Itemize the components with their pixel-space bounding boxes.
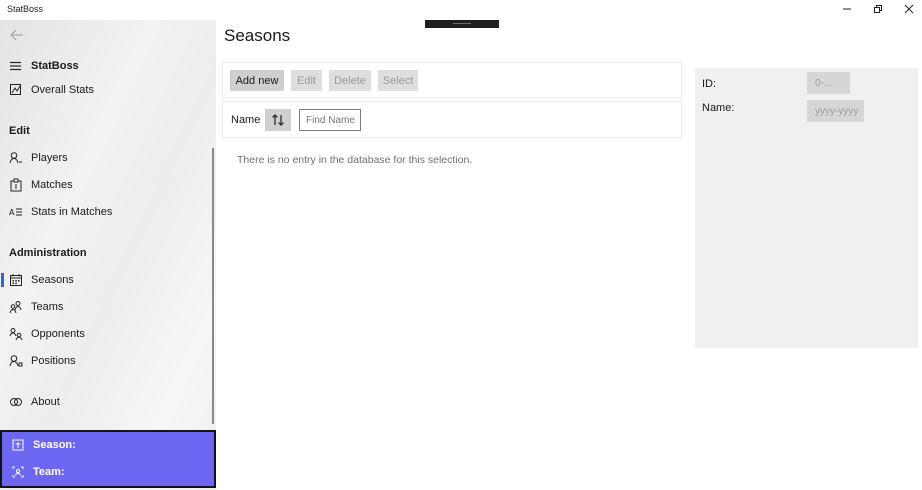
nav-item-players[interactable]: Players: [0, 146, 216, 170]
current-selection-panel: Season: Team:: [0, 430, 216, 488]
hamburger-icon: [10, 61, 21, 71]
add-new-button[interactable]: Add new: [230, 70, 284, 91]
nav-item-positions[interactable]: Positions: [0, 349, 216, 373]
delete-button[interactable]: Delete: [329, 70, 371, 91]
nav-item-teams[interactable]: Teams: [0, 295, 216, 319]
current-season-row[interactable]: Season:: [2, 436, 214, 456]
name-label: Name:: [702, 102, 735, 114]
opponents-icon: [9, 328, 23, 341]
nav-item-label: Overall Stats: [31, 84, 94, 96]
statboss-window: StatBoss StatBoss Overall Stats Edit Pla…: [0, 0, 922, 490]
back-arrow-icon[interactable]: [9, 28, 25, 42]
close-icon: [904, 4, 914, 14]
sort-button[interactable]: [265, 109, 291, 131]
filter-label: Name: [231, 114, 261, 126]
clipboard-icon: [10, 178, 22, 192]
nav-menu-label: StatBoss: [31, 60, 79, 72]
sort-icon: [272, 114, 284, 126]
svg-text:A: A: [9, 208, 15, 217]
list-icon: A: [9, 208, 22, 217]
calendar-icon: [10, 274, 22, 286]
team-label: Team:: [33, 466, 65, 478]
season-icon: [12, 439, 24, 451]
find-name-input[interactable]: [299, 109, 361, 131]
team-badge-icon: [12, 466, 24, 478]
drag-handle[interactable]: [425, 20, 499, 28]
about-icon: [10, 398, 22, 406]
title-bar: StatBoss: [0, 0, 922, 20]
team-icon: [9, 301, 22, 314]
nav-item-overall-stats[interactable]: Overall Stats: [0, 78, 216, 102]
page-title: Seasons: [224, 26, 291, 45]
nav-item-label: Seasons: [31, 274, 74, 286]
nav-item-opponents[interactable]: Opponents: [0, 322, 216, 346]
season-label: Season:: [33, 439, 76, 451]
restore-button[interactable]: [871, 2, 885, 16]
nav-item-label: Teams: [31, 301, 64, 313]
position-icon: [9, 355, 23, 367]
nav-item-seasons[interactable]: Seasons: [0, 268, 216, 292]
minimize-icon: [843, 8, 851, 10]
name-field[interactable]: yyyy-yyyy: [807, 100, 864, 122]
command-bar: Add new Edit Delete Select: [222, 62, 682, 98]
select-button[interactable]: Select: [378, 70, 418, 91]
player-icon: [9, 152, 22, 164]
nav-item-matches[interactable]: Matches: [0, 173, 216, 197]
detail-panel: ID: 0-... Name: yyyy-yyyy: [695, 68, 918, 348]
nav-item-label: Matches: [31, 179, 73, 191]
nav-item-label: Stats in Matches: [31, 206, 113, 218]
current-team-row[interactable]: Team:: [2, 463, 214, 483]
overall-stats-icon: [10, 84, 21, 95]
sidebar-scrollbar[interactable]: [212, 148, 214, 424]
nav-item-label: Opponents: [31, 328, 85, 340]
id-label: ID:: [702, 78, 717, 90]
section-heading-administration: Administration: [9, 247, 87, 259]
navigation-pane: StatBoss Overall Stats Edit Players Matc…: [0, 20, 216, 490]
minimize-button[interactable]: [840, 2, 854, 16]
filter-bar: Name: [222, 101, 682, 138]
close-button[interactable]: [902, 2, 916, 16]
edit-button[interactable]: Edit: [291, 70, 322, 91]
id-field[interactable]: 0-...: [807, 72, 850, 94]
nav-item-label: Positions: [31, 355, 76, 367]
app-title: StatBoss: [7, 4, 44, 14]
restore-icon: [874, 5, 882, 13]
nav-item-label: About: [31, 396, 60, 408]
nav-item-label: Players: [31, 152, 68, 164]
empty-state-message: There is no entry in the database for th…: [237, 154, 473, 166]
nav-menu-toggle[interactable]: StatBoss: [0, 54, 216, 78]
nav-item-about[interactable]: About: [0, 390, 216, 414]
nav-item-stats-in-matches[interactable]: A Stats in Matches: [0, 200, 216, 224]
section-heading-edit: Edit: [9, 125, 30, 137]
